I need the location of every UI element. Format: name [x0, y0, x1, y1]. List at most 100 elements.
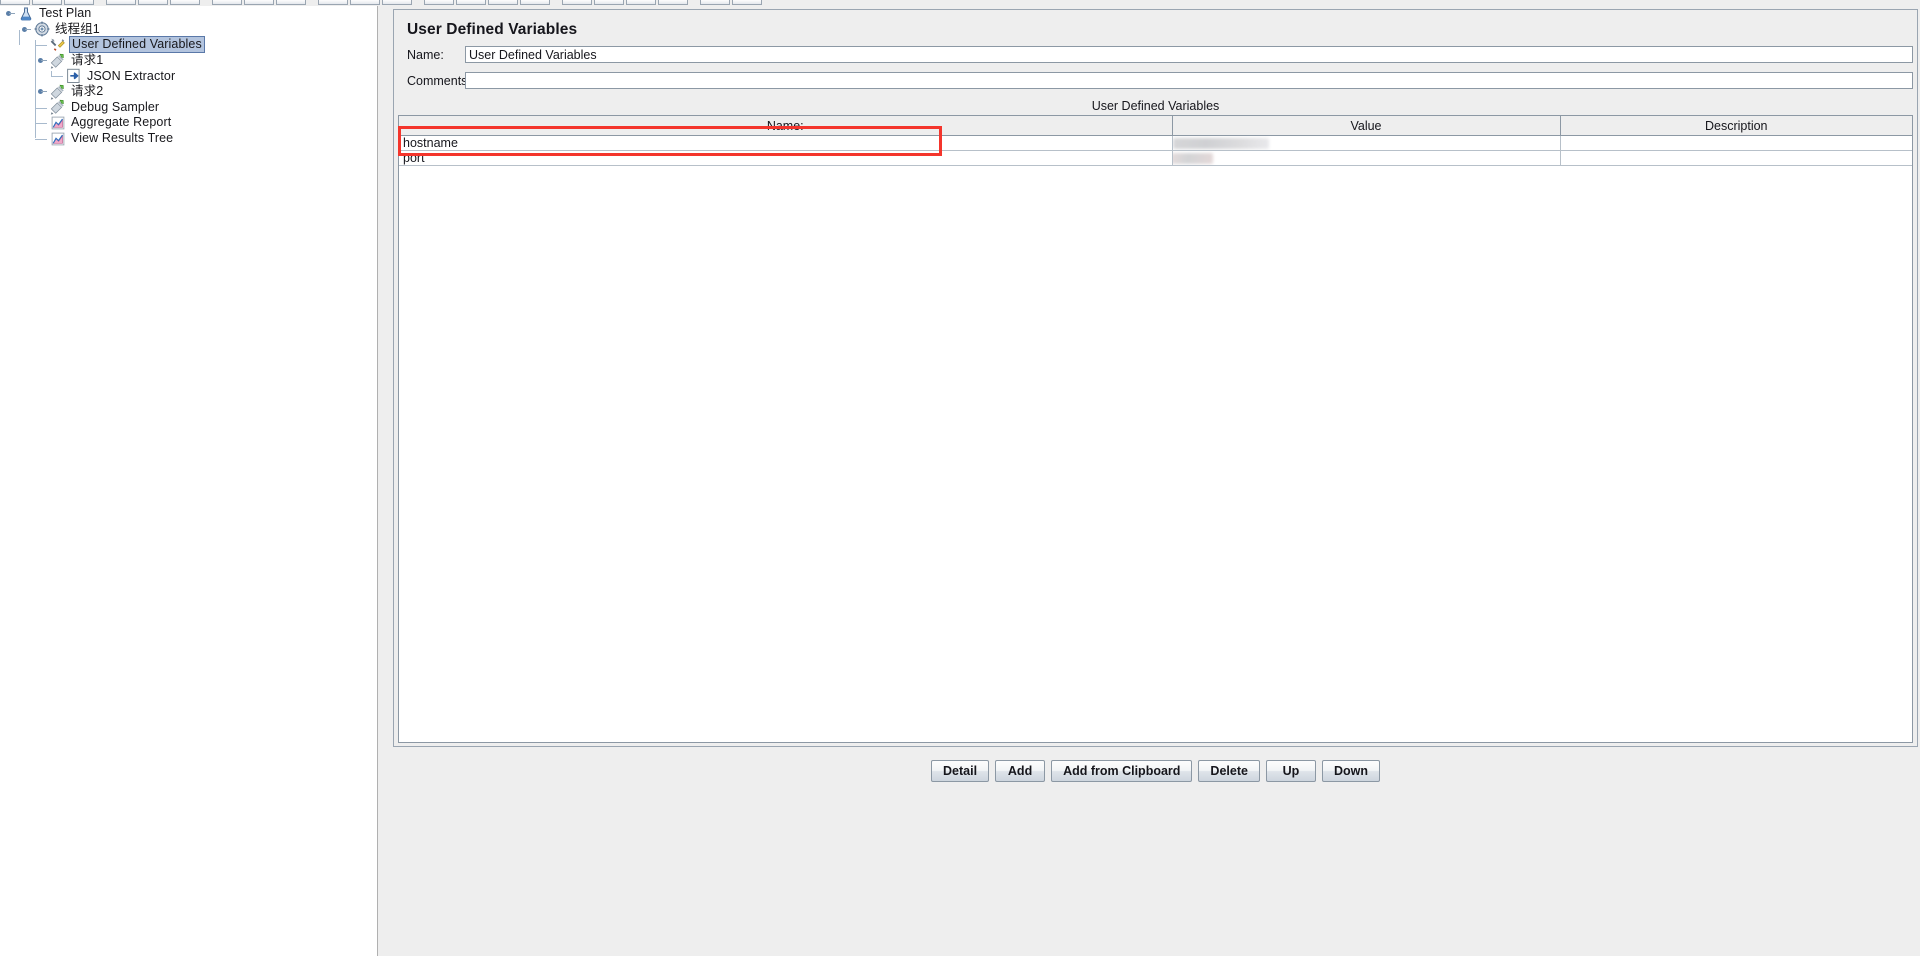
tree-branch-line [35, 123, 47, 125]
tree-branch-line [51, 76, 63, 78]
tree-node-label: Debug Sampler [71, 99, 160, 114]
variable-value-cell[interactable] [1172, 135, 1561, 151]
toolbar-copy-button[interactable] [244, 0, 274, 5]
toolbar-close-button[interactable] [170, 0, 200, 5]
toolbar-stop-button[interactable] [488, 0, 518, 5]
toolbar-clear-all-button[interactable] [594, 0, 624, 5]
toolbar-save-as-button[interactable] [138, 0, 168, 5]
listener-icon [50, 131, 66, 147]
tree-connector-line [35, 40, 36, 138]
http-sampler-icon [50, 84, 66, 100]
toolbar-paste-button[interactable] [276, 0, 306, 5]
toolbar-clear-button[interactable] [562, 0, 592, 5]
toolbar-separator [552, 0, 562, 1]
toolbar-shutdown-button[interactable] [520, 0, 550, 5]
toolbar-help-button[interactable] [732, 0, 762, 5]
toolbar-reset-search-button[interactable] [658, 0, 688, 5]
toolbar-cut-button[interactable] [212, 0, 242, 5]
comments-label: Comments: [407, 73, 471, 88]
add-button[interactable]: Add [995, 760, 1046, 782]
table-row[interactable]: hostname [399, 135, 1912, 151]
http-sampler-icon [50, 99, 66, 115]
comments-input[interactable] [465, 72, 1913, 89]
comments-field-row: Comments: [407, 72, 1913, 89]
name-input[interactable] [465, 46, 1913, 63]
tree-node-debug-sampler[interactable]: Debug Sampler [0, 100, 377, 116]
test-plan-icon [18, 6, 34, 22]
variables-table-container: Name: Value Description hostname port [398, 115, 1913, 743]
column-header-value[interactable]: Value [1172, 116, 1561, 136]
toolbar-separator [414, 0, 424, 1]
page-title: User Defined Variables [407, 21, 578, 38]
variables-table-header-row: Name: Value Description [399, 116, 1912, 136]
delete-button[interactable]: Delete [1198, 760, 1260, 782]
tree-connector-line [19, 29, 20, 46]
name-label: Name: [407, 47, 444, 62]
user-defined-variables-icon [50, 37, 66, 53]
tree-node-label: View Results Tree [71, 131, 174, 146]
down-button[interactable]: Down [1321, 760, 1380, 782]
variable-name-cell[interactable]: hostname [399, 135, 1173, 151]
jmeter-window: Test Plan 线程组1 User Defined Variables 请求1 JS… [0, 0, 1920, 956]
config-panel-body: User Defined Variables Name: Comments: U… [393, 9, 1918, 747]
tree-node-label: 线程组1 [55, 21, 100, 36]
tree-node-request-1[interactable]: 请求1 [0, 53, 377, 69]
toolbar-collapse-button[interactable] [350, 0, 380, 5]
up-button[interactable]: Up [1265, 760, 1316, 782]
variable-name-cell[interactable]: port [399, 150, 1173, 166]
toolbar-separator [202, 0, 212, 1]
tree-node-user-defined-variables[interactable]: User Defined Variables [0, 35, 377, 53]
tree-connector-line [51, 71, 52, 78]
toolbar-save-button[interactable] [106, 0, 136, 5]
variables-table[interactable]: Name: Value Description hostname port [399, 116, 1912, 166]
column-header-name[interactable]: Name: [399, 116, 1173, 136]
variables-table-caption: User Defined Variables [1091, 99, 1220, 113]
add-from-clipboard-button[interactable]: Add from Clipboard [1051, 760, 1193, 782]
variable-description-cell[interactable] [1560, 150, 1912, 166]
tree-node-label: User Defined Variables [69, 35, 205, 53]
tree-node-label: JSON Extractor [87, 68, 176, 83]
toolbar-templates-button[interactable] [32, 0, 62, 5]
listener-icon [50, 115, 66, 131]
name-field-row: Name: [407, 46, 1913, 63]
toolbar-function-helper-button[interactable] [700, 0, 730, 5]
tree-node-label: 请求2 [71, 84, 104, 99]
tree-branch-line [35, 107, 47, 109]
variables-table-body[interactable]: hostname port [399, 135, 1912, 166]
tree-node-label: Aggregate Report [71, 115, 172, 130]
tree-node-request-2[interactable]: 请求2 [0, 84, 377, 100]
element-config-panel: User Defined Variables Name: Comments: U… [378, 6, 1920, 956]
test-plan-tree[interactable]: Test Plan 线程组1 User Defined Variables 请求1 JS… [0, 6, 377, 146]
json-extractor-icon [66, 68, 82, 84]
toolbar-start-no-pause-button[interactable] [456, 0, 486, 5]
toolbar-separator [96, 0, 106, 1]
column-header-description[interactable]: Description [1560, 116, 1912, 136]
toolbar-new-button[interactable] [0, 0, 30, 5]
toolbar-start-button[interactable] [424, 0, 454, 5]
toolbar-separator [308, 0, 318, 1]
toolbar-open-button[interactable] [64, 0, 94, 5]
tree-node-json-extractor[interactable]: JSON Extractor [0, 68, 377, 84]
detail-button[interactable]: Detail [931, 760, 990, 782]
tree-node-view-results-tree[interactable]: View Results Tree [0, 131, 377, 147]
tree-node-thread-group-1[interactable]: 线程组1 [0, 22, 377, 38]
variable-description-cell[interactable] [1560, 135, 1912, 151]
redacted-value [1172, 153, 1213, 165]
tree-branch-line [35, 45, 47, 47]
tree-node-test-plan[interactable]: Test Plan [0, 6, 377, 22]
toolbar-search-button[interactable] [626, 0, 656, 5]
table-row[interactable]: port [399, 150, 1912, 166]
tree-node-label: Test Plan [39, 6, 92, 21]
variable-value-cell[interactable] [1172, 150, 1561, 166]
toolbar-expand-button[interactable] [318, 0, 348, 5]
toolbar-separator [690, 0, 700, 1]
redacted-value [1172, 138, 1269, 150]
toolbar-toggle-button[interactable] [382, 0, 412, 5]
action-button-bar: Detail Add Add from Clipboard Delete Up Down [393, 751, 1918, 791]
http-sampler-icon [50, 53, 66, 69]
test-plan-tree-panel: Test Plan 线程组1 User Defined Variables 请求1 JS… [0, 6, 378, 956]
tree-branch-line [35, 138, 47, 140]
tree-collapse-handle-icon[interactable] [2, 7, 15, 20]
thread-group-icon [34, 21, 50, 37]
tree-node-aggregate-report[interactable]: Aggregate Report [0, 115, 377, 131]
